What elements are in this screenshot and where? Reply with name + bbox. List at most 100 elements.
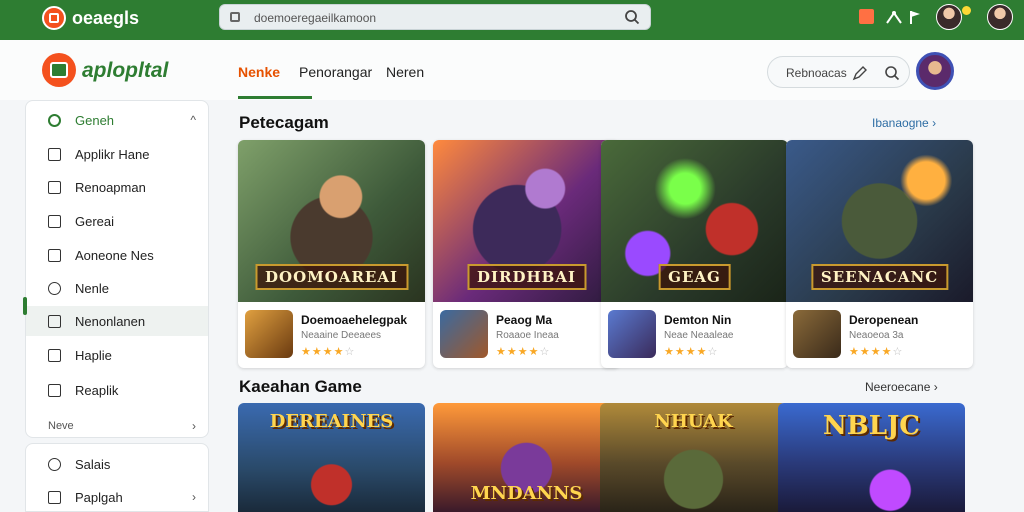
game-title: Deropenean xyxy=(849,313,919,327)
sidebar-item-label: Neve xyxy=(48,420,74,432)
chevron-up-icon[interactable]: ^ xyxy=(190,113,196,127)
see-all-link[interactable]: Neeroecane › xyxy=(865,380,938,394)
game-card[interactable]: NHUAK xyxy=(600,403,787,512)
sidebar-item-tags[interactable]: Reaplik xyxy=(26,375,208,405)
tab-home[interactable]: Nenke xyxy=(238,64,280,80)
sidebar-item-apps[interactable]: Applikr Hane xyxy=(26,139,208,169)
game-thumbnail xyxy=(608,310,656,358)
sidebar-item-label: Nenonlanen xyxy=(75,313,146,329)
circle-icon xyxy=(48,113,61,127)
active-item-indicator xyxy=(23,297,27,315)
sidebar-item-settings[interactable]: Salais xyxy=(26,449,208,479)
see-all-link[interactable]: Ibanaogne › xyxy=(872,116,936,130)
game-artwork: DIRDHBAI xyxy=(433,140,620,302)
star-rating: ★★★★☆ xyxy=(849,346,904,358)
game-banner: MNDANNS xyxy=(470,483,583,504)
game-title: Peaog Ma xyxy=(496,313,553,327)
avatar[interactable] xyxy=(987,4,1013,30)
game-card[interactable]: MNDANNS xyxy=(433,403,620,512)
game-card[interactable]: GEAG Demton Nin Neae Neaaleae ★★★★☆ xyxy=(601,140,788,368)
browser-toolbar: oeaegls doemoeregaeilkamoon xyxy=(0,0,1024,40)
search-icon[interactable] xyxy=(884,65,900,81)
user-avatar[interactable] xyxy=(916,52,954,90)
edit-icon[interactable] xyxy=(852,65,868,81)
game-card[interactable]: SEENACANC Deropenean Neaoeoa 3a ★★★★☆ xyxy=(786,140,973,368)
star-rating: ★★★★☆ xyxy=(301,346,356,358)
game-title: Demton Nin xyxy=(664,313,732,327)
app-icon xyxy=(48,147,61,161)
game-publisher: Roaaoe Ineaa xyxy=(496,330,559,341)
sidebar: Geneh ^ Applikr Hane Renoapman Gereai Ao… xyxy=(25,100,209,438)
chevron-right-icon[interactable]: › xyxy=(192,419,196,433)
sidebar-item-books[interactable]: Haplie xyxy=(26,340,208,370)
game-title: Doemoaehelegpak xyxy=(301,313,408,327)
search-label: Rebnoacas xyxy=(786,66,847,80)
chevron-right-icon[interactable]: › xyxy=(192,490,196,504)
app-logo-icon[interactable] xyxy=(42,6,66,30)
sidebar-item-label: Renoapman xyxy=(75,179,146,195)
game-thumbnail xyxy=(793,310,841,358)
sidebar-item-label: Salais xyxy=(75,456,111,472)
sidebar-item-label: Nenle xyxy=(75,280,109,296)
sidebar-item-bag[interactable]: Paplgah › xyxy=(26,482,208,512)
section-title: Kaeahan Game xyxy=(239,377,362,396)
game-icon xyxy=(48,214,61,228)
url-text: doemoeregaeilkamoon xyxy=(254,11,377,25)
search-box[interactable]: Rebnoacas xyxy=(767,56,910,88)
game-artwork: DOOMOAREAI xyxy=(238,140,425,302)
sidebar-item-store[interactable]: Renoapman xyxy=(26,172,208,202)
star-rating: ★★★★☆ xyxy=(496,346,551,358)
game-artwork: SEENACANC xyxy=(786,140,973,302)
tab-new[interactable]: Neren xyxy=(386,64,424,80)
sidebar-item-edit[interactable]: Aoneone Nes xyxy=(26,240,208,270)
bag-icon xyxy=(48,490,61,504)
game-thumbnail xyxy=(440,310,488,358)
active-tab-indicator xyxy=(238,96,312,99)
game-banner: SEENACANC xyxy=(810,264,949,290)
badge-dot xyxy=(962,6,971,15)
game-thumbnail xyxy=(245,310,293,358)
game-publisher: Neaaine Deeaees xyxy=(301,330,382,341)
sidebar-item-label: Aoneone Nes xyxy=(75,247,154,263)
lock-icon xyxy=(230,12,240,22)
game-banner: NBLJC xyxy=(822,411,921,441)
settings-icon xyxy=(48,457,61,471)
sidebar-item-more[interactable]: Neve › xyxy=(26,411,208,441)
notification-icon[interactable] xyxy=(859,9,874,24)
search-icon[interactable] xyxy=(624,9,640,25)
tag-icon xyxy=(48,383,61,397)
flag-icon[interactable] xyxy=(908,9,922,25)
grid-icon xyxy=(48,314,61,328)
sidebar-secondary: Salais Paplgah › xyxy=(25,443,209,512)
brand-logo-icon[interactable] xyxy=(42,53,76,87)
game-banner: DEREAINES xyxy=(269,411,394,432)
game-banner: DIRDHBAI xyxy=(466,264,587,290)
game-card[interactable]: NBLJC xyxy=(778,403,965,512)
sidebar-item-label: Haplie xyxy=(75,347,112,363)
sidebar-item-games[interactable]: Gereai xyxy=(26,206,208,236)
brand-name[interactable]: aplopltal xyxy=(82,59,168,83)
sidebar-item-home[interactable]: Geneh ^ xyxy=(26,105,208,135)
sidebar-item-label: Gereai xyxy=(75,213,115,229)
game-card[interactable]: DIRDHBAI Peaog Ma Roaaoe Ineaa ★★★★☆ xyxy=(433,140,620,368)
book-icon xyxy=(48,348,61,362)
game-publisher: Neae Neaaleae xyxy=(664,330,734,341)
sidebar-item-label: Geneh xyxy=(75,112,115,128)
game-card[interactable]: DOOMOAREAI Doemoaehelegpak Neaaine Deeae… xyxy=(238,140,425,368)
tools-icon[interactable] xyxy=(884,9,904,25)
tab-categories[interactable]: Penorangar xyxy=(299,64,372,80)
address-bar[interactable]: doemoeregaeilkamoon xyxy=(219,4,651,30)
avatar[interactable] xyxy=(936,4,962,30)
browser-title: oeaegls xyxy=(72,8,140,28)
star-rating: ★★★★☆ xyxy=(664,346,719,358)
circle-outline-icon xyxy=(48,281,61,295)
game-banner: GEAG xyxy=(658,264,731,290)
game-artwork: GEAG xyxy=(601,140,788,302)
sidebar-item-new[interactable]: Nenle xyxy=(26,273,208,303)
sidebar-item-grid[interactable]: Nenonlanen xyxy=(26,306,208,336)
game-card[interactable]: DEREAINES xyxy=(238,403,425,512)
sidebar-item-label: Reaplik xyxy=(75,382,119,398)
game-banner: DOOMOAREAI xyxy=(254,264,409,290)
section-title: Petecagam xyxy=(239,113,329,132)
store-icon xyxy=(48,180,61,194)
